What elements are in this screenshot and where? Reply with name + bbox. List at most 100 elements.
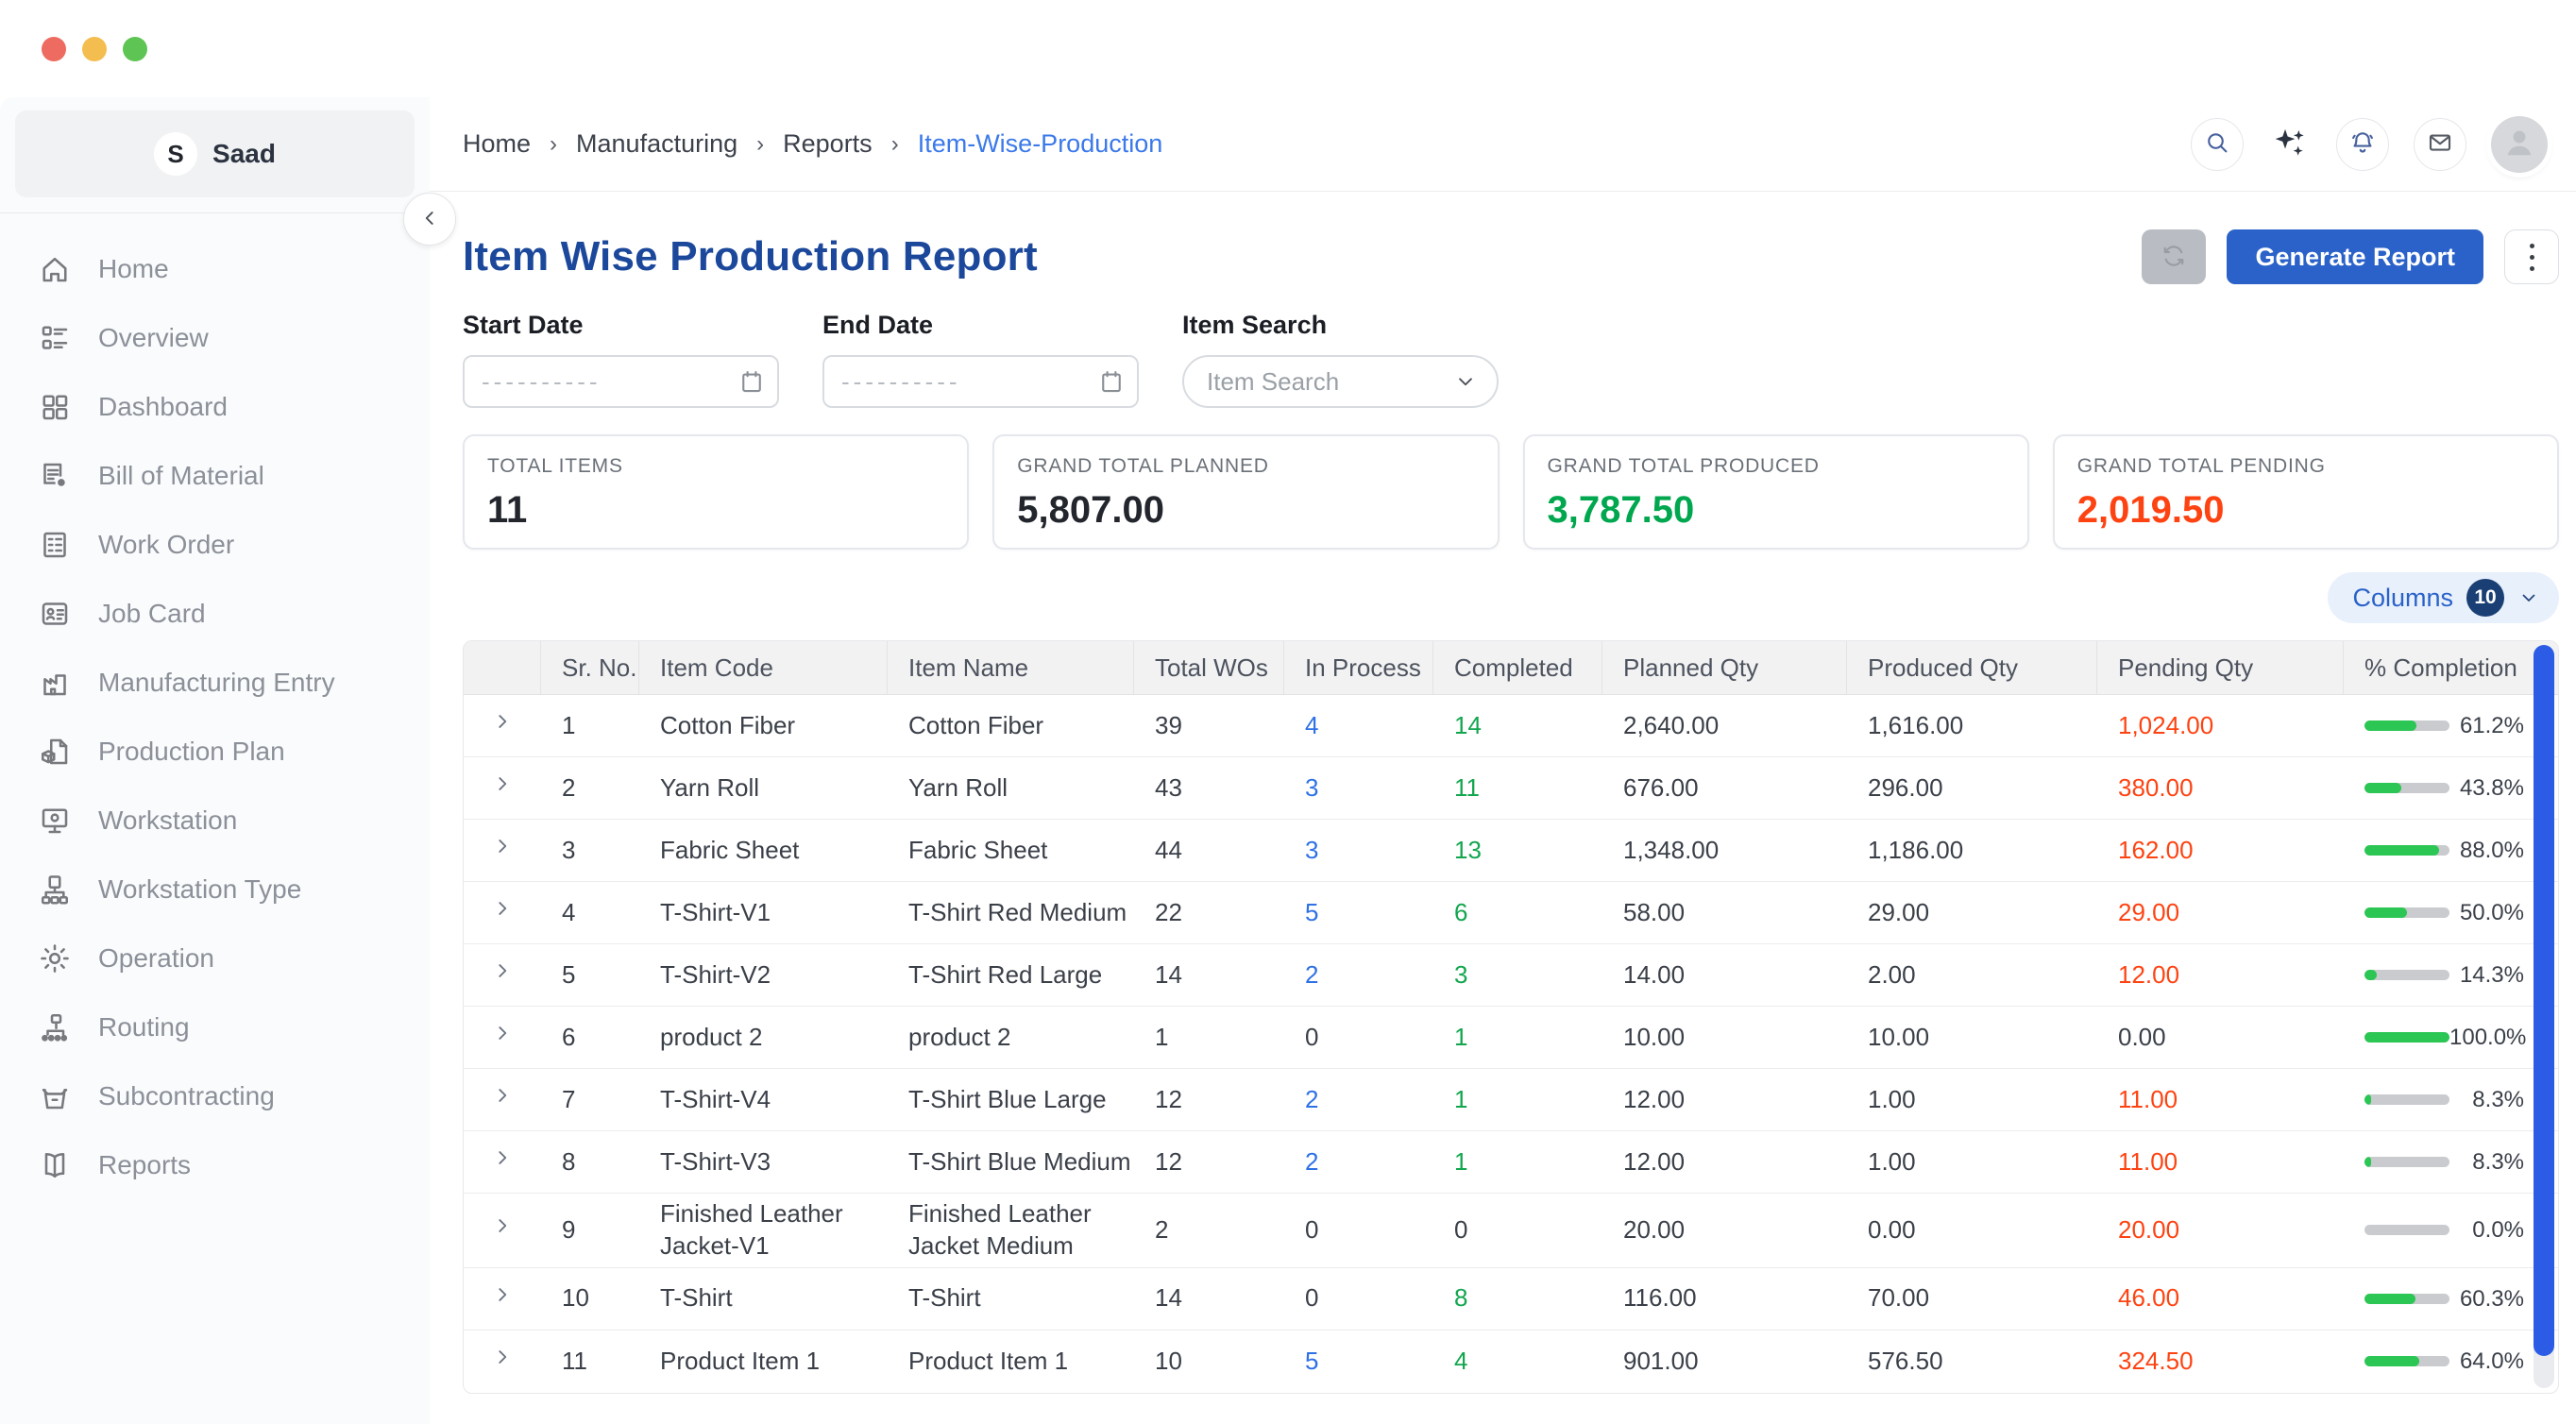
- home-icon: [38, 252, 72, 286]
- column-header-completed[interactable]: Completed: [1433, 641, 1602, 695]
- completion-percent: 61.2%: [2460, 711, 2524, 740]
- user-avatar[interactable]: [2491, 116, 2548, 173]
- column-header-item-name[interactable]: Item Name: [888, 641, 1134, 695]
- cell-produced-qty: 1.00: [1847, 1146, 2097, 1178]
- table-row: 8T-Shirt-V3T-Shirt Blue Medium122112.001…: [464, 1131, 2558, 1194]
- completion-progress-bar: [2364, 1225, 2449, 1235]
- sidebar-item-overview[interactable]: Overview: [0, 303, 430, 372]
- page-title: Item Wise Production Report: [463, 233, 1038, 280]
- columns-dropdown[interactable]: Columns 10: [2328, 572, 2559, 623]
- cell-in-process: 4: [1284, 710, 1433, 742]
- sidebar-item-bill-of-material[interactable]: Bill of Material: [0, 441, 430, 510]
- chevron-right-icon: [490, 1345, 515, 1378]
- sparkles-icon: [2271, 124, 2309, 164]
- row-expand-button[interactable]: [464, 896, 541, 929]
- end-date-input[interactable]: [822, 355, 1139, 408]
- avatar-icon: [2499, 121, 2540, 167]
- cell-item-code: Product Item 1: [639, 1346, 888, 1378]
- window-minimize-button[interactable]: [82, 37, 107, 61]
- sidebar-item-workstation-type[interactable]: Workstation Type: [0, 855, 430, 924]
- ai-assistant-button[interactable]: [2268, 123, 2312, 166]
- column-header-in-process[interactable]: In Process: [1284, 641, 1433, 695]
- completion-percent: 64.0%: [2460, 1347, 2524, 1376]
- cell-planned-qty: 14.00: [1602, 959, 1847, 992]
- end-date-label: End Date: [822, 311, 1139, 340]
- cell-in-process: 5: [1284, 897, 1433, 929]
- summary-card-grand-total-pending: GRAND TOTAL PENDING2,019.50: [2053, 434, 2559, 550]
- cell-sr-no: 6: [541, 1022, 639, 1054]
- item-search-group: Item Search Item Search: [1182, 311, 1499, 408]
- sidebar-item-work-order[interactable]: Work Order: [0, 510, 430, 579]
- breadcrumb-item-item-wise-production[interactable]: Item-Wise-Production: [918, 129, 1163, 159]
- cell-item-code: T-Shirt-V3: [639, 1146, 888, 1178]
- window-close-button[interactable]: [42, 37, 66, 61]
- topbar-icons: [2191, 116, 2548, 173]
- refresh-button[interactable]: [2142, 229, 2206, 284]
- summary-card-grand-total-produced: GRAND TOTAL PRODUCED3,787.50: [1523, 434, 2029, 550]
- sidebar-item-operation[interactable]: Operation: [0, 924, 430, 992]
- row-expand-button[interactable]: [464, 958, 541, 992]
- cell-produced-qty: 0.00: [1847, 1214, 2097, 1246]
- row-expand-button[interactable]: [464, 1282, 541, 1315]
- table-scrollbar-thumb[interactable]: [2534, 645, 2554, 1356]
- cell-produced-qty: 1,186.00: [1847, 835, 2097, 867]
- column-header-%-completion[interactable]: % Completion: [2344, 641, 2558, 695]
- sidebar-item-routing[interactable]: Routing: [0, 992, 430, 1061]
- row-expand-button[interactable]: [464, 771, 541, 805]
- more-options-button[interactable]: [2504, 229, 2559, 284]
- sidebar-item-workstation[interactable]: Workstation: [0, 786, 430, 855]
- row-expand-button[interactable]: [464, 1083, 541, 1116]
- sidebar-item-reports[interactable]: Reports: [0, 1130, 430, 1199]
- start-date-label: Start Date: [463, 311, 779, 340]
- column-header-produced-qty[interactable]: Produced Qty: [1847, 641, 2097, 695]
- breadcrumb-item-reports[interactable]: Reports: [783, 129, 873, 159]
- sidebar-item-job-card[interactable]: Job Card: [0, 579, 430, 648]
- search-button[interactable]: [2191, 118, 2244, 171]
- notifications-button[interactable]: [2336, 118, 2389, 171]
- column-header-total-wos[interactable]: Total WOs: [1134, 641, 1284, 695]
- table-scrollbar-track[interactable]: [2534, 645, 2554, 1388]
- sidebar-item-home[interactable]: Home: [0, 234, 430, 303]
- cell-pending-qty: 162.00: [2097, 835, 2344, 867]
- column-header-item-code[interactable]: Item Code: [639, 641, 888, 695]
- row-expand-button[interactable]: [464, 1345, 541, 1378]
- item-search-select[interactable]: Item Search: [1182, 355, 1499, 408]
- generate-report-button[interactable]: Generate Report: [2227, 229, 2483, 284]
- breadcrumb-item-manufacturing[interactable]: Manufacturing: [576, 129, 737, 159]
- completion-percent: 100.0%: [2449, 1023, 2526, 1052]
- column-header-expand[interactable]: [464, 641, 541, 695]
- table-row: 11Product Item 1Product Item 11054901.00…: [464, 1331, 2558, 1393]
- cell-completed: 1: [1433, 1022, 1602, 1054]
- column-header-planned-qty[interactable]: Planned Qty: [1602, 641, 1847, 695]
- breadcrumb-item-home[interactable]: Home: [463, 129, 531, 159]
- cell-item-name: T-Shirt Blue Medium: [888, 1146, 1134, 1178]
- column-header-sr-no[interactable]: Sr. No.: [541, 641, 639, 695]
- chevron-right-icon: [490, 771, 515, 805]
- row-expand-button[interactable]: [464, 834, 541, 867]
- cell-sr-no: 7: [541, 1084, 639, 1116]
- profile-card[interactable]: S Saad: [15, 110, 415, 197]
- sidebar-item-manufacturing-entry[interactable]: Manufacturing Entry: [0, 648, 430, 717]
- cell-planned-qty: 2,640.00: [1602, 710, 1847, 742]
- cell-item-code: Cotton Fiber: [639, 710, 888, 742]
- column-header-pending-qty[interactable]: Pending Qty: [2097, 641, 2344, 695]
- filters-bar: Start Date End Date Item Search: [430, 284, 2576, 408]
- cell-produced-qty: 1,616.00: [1847, 710, 2097, 742]
- completion-progress-fill: [2364, 1294, 2415, 1304]
- row-expand-button[interactable]: [464, 1213, 541, 1246]
- table-body: 1Cotton FiberCotton Fiber394142,640.001,…: [464, 695, 2558, 1393]
- sidebar-item-dashboard[interactable]: Dashboard: [0, 372, 430, 441]
- sidebar-item-subcontracting[interactable]: Subcontracting: [0, 1061, 430, 1130]
- cell-planned-qty: 116.00: [1602, 1282, 1847, 1314]
- cell-in-process: 0: [1284, 1282, 1433, 1314]
- completion-progress-bar: [2364, 1094, 2449, 1105]
- sidebar-collapse-button[interactable]: [403, 193, 456, 246]
- start-date-input[interactable]: [463, 355, 779, 408]
- sidebar-item-production-plan[interactable]: Production Plan: [0, 717, 430, 786]
- messages-button[interactable]: [2414, 118, 2466, 171]
- cell-completion: 0.0%: [2344, 1215, 2558, 1245]
- window-zoom-button[interactable]: [123, 37, 147, 61]
- row-expand-button[interactable]: [464, 709, 541, 742]
- row-expand-button[interactable]: [464, 1021, 541, 1054]
- row-expand-button[interactable]: [464, 1145, 541, 1178]
